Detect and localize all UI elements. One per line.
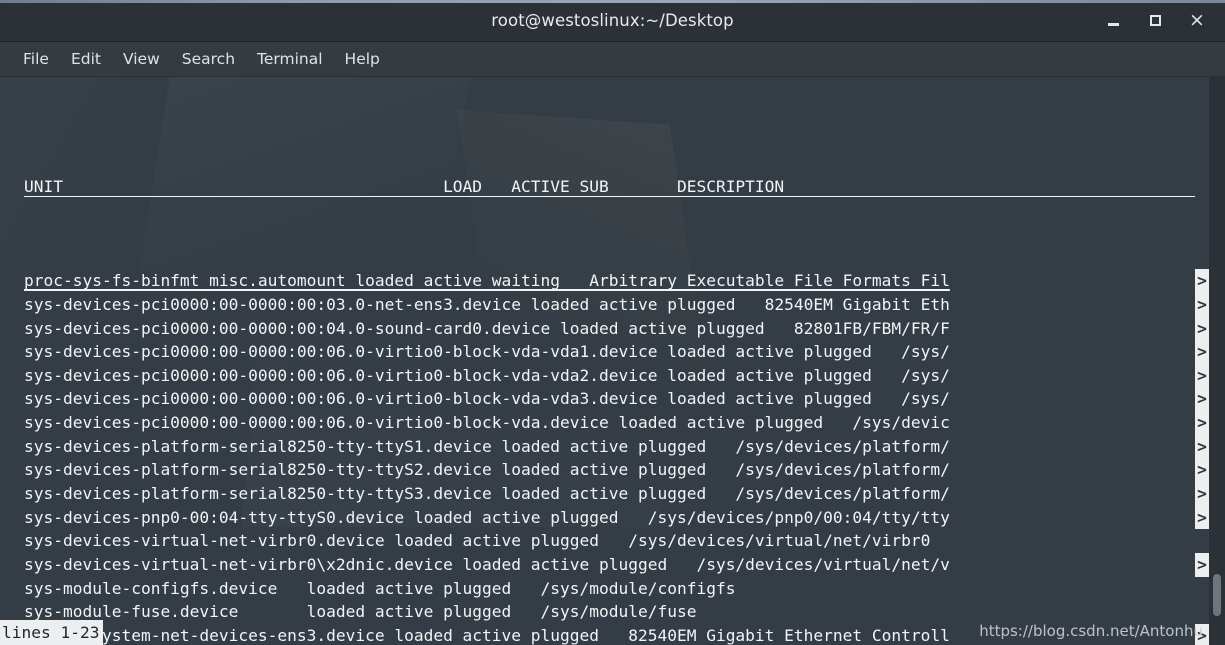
table-header-row: UNIT LOAD ACTIVE SUB DESCRIPTION (0, 175, 1225, 199)
unit-row-text: sys-devices-platform-serial8250-tty-ttyS… (24, 460, 950, 480)
menu-item-file[interactable]: File (12, 47, 60, 71)
unit-row-text: sys-devices-pci0000:00-0000:00:06.0-virt… (24, 389, 950, 409)
less-status-line: lines 1-23 (0, 620, 104, 645)
unit-row-text: sys-devices-virtual-net-virbr0.device lo… (24, 531, 931, 551)
desktop-background-sliver (0, 0, 1225, 3)
line-truncation-marker: > (1195, 505, 1209, 530)
unit-row: sys-devices-pci0000:00-0000:00:03.0-net-… (0, 292, 1225, 317)
menu-item-view[interactable]: View (112, 47, 171, 71)
title-bar[interactable]: root@westoslinux:~/Desktop × (0, 0, 1225, 42)
menu-item-help[interactable]: Help (334, 47, 391, 71)
unit-row-text: sys-module-fuse.device loaded active plu… (24, 602, 697, 622)
unit-row: sys-devices-pnp0-00:04-tty-ttyS0.device … (0, 505, 1225, 530)
unit-row: sys-devices-virtual-net-virbr0\x2dnic.de… (0, 552, 1225, 577)
line-truncation-marker: > (1195, 292, 1209, 317)
unit-rows-container: proc-sys-fs-binfmt_misc.automount loaded… (0, 269, 1225, 645)
minimize-icon (1107, 23, 1119, 26)
minimize-button[interactable] (1103, 11, 1123, 31)
watermark-text: https://blog.csdn.net/Antonhu (979, 622, 1203, 640)
unit-row-text: proc-sys-fs-binfmt_misc.automount loaded… (24, 271, 950, 291)
unit-row: sys-devices-pci0000:00-0000:00:06.0-virt… (0, 340, 1225, 364)
line-truncation-marker: > (1195, 458, 1209, 482)
terminal-scrollbar[interactable] (1209, 77, 1225, 645)
window-title: root@westoslinux:~/Desktop (491, 11, 734, 30)
less-status-text: lines 1-23 (0, 620, 104, 645)
line-truncation-marker: > (1195, 434, 1209, 459)
unit-row: sys-devices-virtual-net-virbr0.device lo… (0, 529, 1225, 553)
unit-row-text: sys-devices-pci0000:00-0000:00:03.0-net-… (24, 294, 950, 314)
line-truncation-marker: > (1195, 552, 1209, 577)
unit-row: sys-devices-pci0000:00-0000:00:06.0-virt… (0, 411, 1225, 435)
unit-row-text: sys-subsystem-net-devices-ens3.device lo… (24, 625, 950, 645)
unit-row-text: sys-devices-pci0000:00-0000:00:06.0-virt… (24, 365, 950, 385)
unit-row-text: sys-devices-pci0000:00-0000:00:04.0-soun… (24, 318, 950, 338)
menu-item-terminal[interactable]: Terminal (246, 47, 334, 71)
unit-row: proc-sys-fs-binfmt_misc.automount loaded… (0, 269, 1225, 293)
unit-row-text: sys-devices-pnp0-00:04-tty-ttyS0.device … (24, 507, 950, 527)
unit-row: sys-devices-pci0000:00-0000:00:06.0-virt… (0, 363, 1225, 388)
terminal-text-buffer: UNIT LOAD ACTIVE SUB DESCRIPTION proc-sy… (0, 77, 1225, 645)
line-truncation-marker: > (1195, 387, 1209, 412)
close-icon: × (1189, 9, 1205, 31)
scrollbar-thumb[interactable] (1213, 574, 1221, 616)
menu-bar: File Edit View Search Terminal Help (0, 42, 1225, 77)
table-header-rule (24, 195, 1195, 198)
close-button[interactable]: × (1187, 11, 1207, 31)
terminal-screen[interactable]: UNIT LOAD ACTIVE SUB DESCRIPTION proc-sy… (0, 77, 1225, 645)
unit-row-text: sys-module-configfs.device loaded active… (24, 578, 736, 598)
unit-row-text: sys-devices-virtual-net-virbr0\x2dnic.de… (24, 554, 950, 574)
menu-item-edit[interactable]: Edit (60, 47, 112, 71)
line-truncation-marker: > (1195, 269, 1209, 293)
unit-row: sys-module-fuse.device loaded active plu… (0, 600, 1225, 624)
unit-row-text: sys-devices-platform-serial8250-tty-ttyS… (24, 484, 950, 503)
line-truncation-marker: > (1195, 316, 1209, 341)
unit-row-text: sys-devices-pci0000:00-0000:00:06.0-virt… (24, 413, 950, 433)
unit-row-text: sys-devices-pci0000:00-0000:00:06.0-virt… (24, 342, 950, 362)
line-truncation-marker: > (1195, 411, 1209, 435)
maximize-button[interactable] (1145, 11, 1165, 31)
line-truncation-marker: > (1195, 363, 1209, 388)
unit-row: sys-devices-pci0000:00-0000:00:04.0-soun… (0, 316, 1225, 341)
menu-item-search[interactable]: Search (171, 47, 246, 71)
window-controls: × (1103, 0, 1217, 41)
unit-row: sys-devices-pci0000:00-0000:00:06.0-virt… (0, 387, 1225, 412)
line-truncation-marker: > (1195, 482, 1209, 506)
terminal-window: root@westoslinux:~/Desktop × File Edit V… (0, 0, 1225, 645)
unit-row: sys-devices-platform-serial8250-tty-ttyS… (0, 434, 1225, 459)
unit-row: sys-devices-platform-serial8250-tty-ttyS… (0, 482, 1225, 506)
unit-row: sys-module-configfs.device loaded active… (0, 577, 1225, 601)
unit-row-text: sys-devices-platform-serial8250-tty-ttyS… (24, 436, 950, 456)
maximize-icon (1149, 15, 1161, 26)
line-truncation-marker: > (1195, 340, 1209, 364)
unit-row: sys-devices-platform-serial8250-tty-ttyS… (0, 458, 1225, 482)
